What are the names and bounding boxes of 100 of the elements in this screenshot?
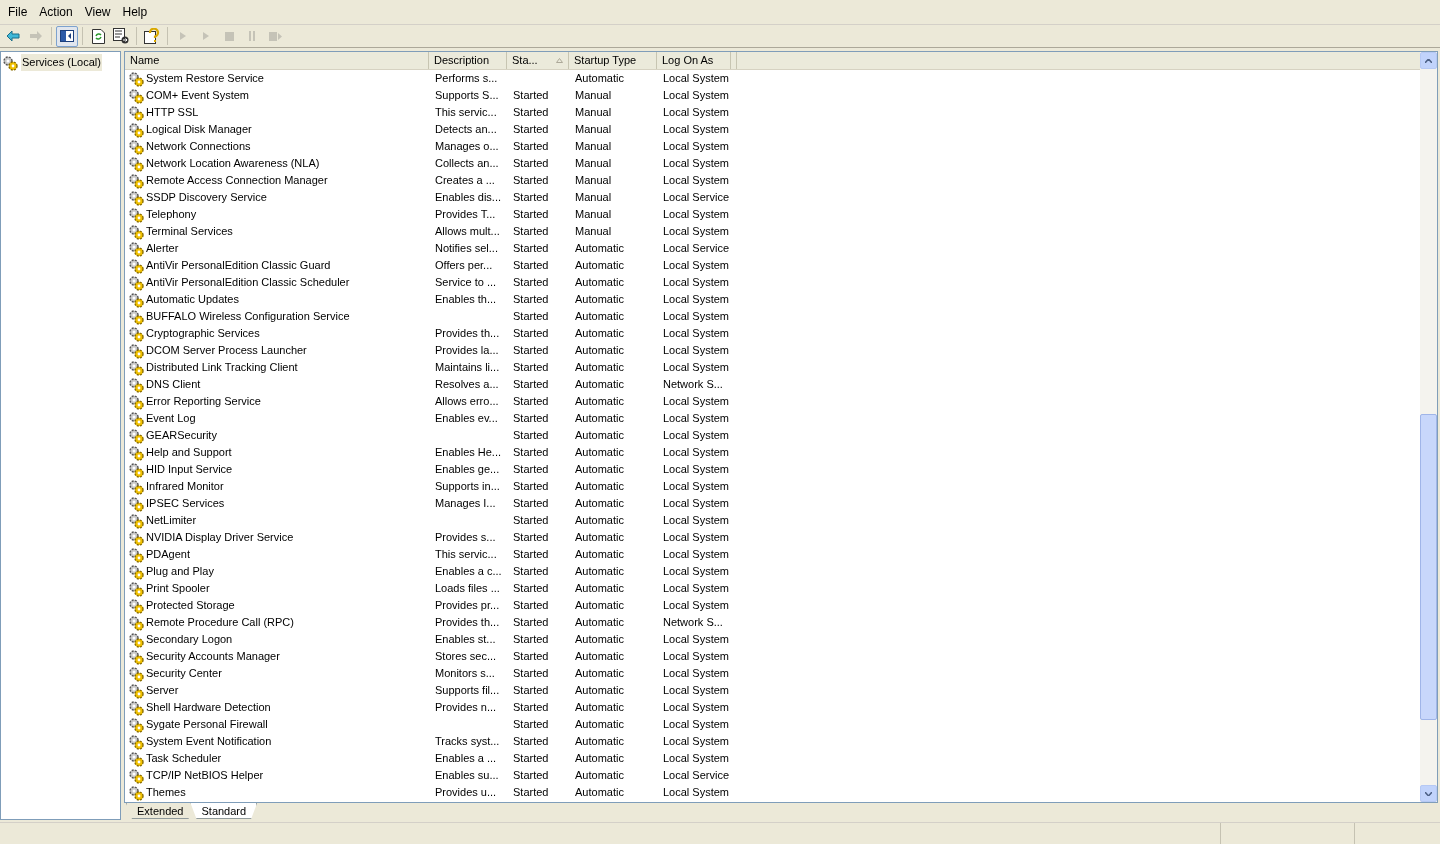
table-cell: Provides s... — [435, 531, 496, 544]
column-header[interactable]: Description — [429, 52, 507, 69]
service-name[interactable]: Distributed Link Tracking Client — [146, 359, 298, 376]
service-name[interactable]: TCP/IP NetBIOS Helper — [146, 767, 264, 784]
table-cell: Started — [513, 242, 549, 255]
tab[interactable]: Standard — [190, 803, 258, 819]
gears-icon — [128, 206, 144, 223]
service-name[interactable]: Security Accounts Manager — [146, 648, 280, 665]
service-name[interactable]: PDAgent — [146, 546, 191, 563]
service-name[interactable]: Shell Hardware Detection — [146, 699, 271, 716]
table-cell: This servic... — [435, 548, 497, 561]
table-cell: Local System — [663, 497, 730, 510]
service-name[interactable]: Remote Access Connection Manager — [146, 172, 328, 189]
table-cell: Started — [513, 667, 549, 680]
table-cell: Started — [513, 344, 549, 357]
service-name[interactable]: Plug and Play — [146, 563, 214, 580]
service-name[interactable]: COM+ Event System — [146, 87, 249, 104]
menu-item[interactable]: Action — [33, 2, 79, 22]
table-cell: Automatic — [575, 548, 624, 561]
column-header[interactable]: Startup Type — [569, 52, 657, 69]
service-name[interactable]: Server — [146, 682, 179, 699]
service-name[interactable]: HID Input Service — [146, 461, 233, 478]
gears-icon — [128, 750, 144, 767]
service-name[interactable]: IPSEC Services — [146, 495, 225, 512]
service-name[interactable]: Error Reporting Service — [146, 393, 261, 410]
service-name[interactable]: AntiVir PersonalEdition Classic Guard — [146, 257, 331, 274]
table-cell: Started — [513, 514, 549, 527]
service-name[interactable]: NVIDIA Display Driver Service — [146, 529, 294, 546]
table-cell: Local System — [663, 293, 730, 306]
menu-item[interactable]: Help — [116, 2, 154, 22]
gears-icon — [128, 257, 144, 274]
table-cell: Allows erro... — [435, 395, 499, 408]
scrollbar[interactable] — [1420, 52, 1437, 802]
service-name[interactable]: SSDP Discovery Service — [146, 189, 267, 206]
scroll-up-button[interactable] — [1420, 52, 1437, 69]
tree-item[interactable]: Services (Local) — [21, 54, 102, 71]
table-cell: Local System — [663, 310, 730, 323]
refresh-icon — [91, 28, 105, 44]
column-header[interactable]: Log On As — [657, 52, 731, 69]
scroll-thumb[interactable] — [1420, 414, 1437, 720]
menu-item[interactable]: File — [2, 2, 34, 22]
column-header[interactable]: Sta... — [507, 52, 569, 69]
service-name[interactable]: System Restore Service — [146, 70, 264, 87]
table-cell: Manages o... — [435, 140, 499, 153]
table-cell: Started — [513, 497, 549, 510]
scroll-down-button[interactable] — [1420, 785, 1437, 802]
table-cell: Manages I... — [435, 497, 496, 510]
menu-item[interactable]: View — [78, 2, 117, 22]
table-cell: Enables a ... — [435, 752, 497, 765]
service-name[interactable]: Cryptographic Services — [146, 325, 260, 342]
table-cell: Automatic — [575, 786, 624, 799]
table-cell: Local System — [663, 701, 730, 714]
service-name[interactable]: Sygate Personal Firewall — [146, 716, 268, 733]
service-name[interactable]: GEARSecurity — [146, 427, 217, 444]
service-name[interactable]: Protected Storage — [146, 597, 235, 614]
service-name[interactable]: Event Log — [146, 410, 196, 427]
table-cell: Local System — [663, 565, 730, 578]
table-cell: Local System — [663, 72, 730, 85]
service-name[interactable]: Secondary Logon — [146, 631, 233, 648]
table-cell: Automatic — [575, 633, 624, 646]
service-name[interactable]: Infrared Monitor — [146, 478, 224, 495]
table-cell: Enables ev... — [435, 412, 498, 425]
service-name[interactable]: Print Spooler — [146, 580, 210, 597]
service-name[interactable]: Logical Disk Manager — [146, 121, 252, 138]
service-name[interactable]: NetLimiter — [146, 512, 197, 529]
service-name[interactable]: DCOM Server Process Launcher — [146, 342, 307, 359]
table-cell: Automatic — [575, 565, 624, 578]
column-header[interactable]: Name — [125, 52, 429, 69]
service-name[interactable]: Remote Procedure Call (RPC) — [146, 614, 294, 631]
panel-button[interactable] — [56, 25, 78, 47]
table-cell: Supports fil... — [435, 684, 500, 697]
service-name[interactable]: Alerter — [146, 240, 179, 257]
table-cell: Local System — [663, 412, 730, 425]
service-name[interactable]: Themes — [146, 784, 186, 801]
table-cell: Started — [513, 208, 549, 221]
service-name[interactable]: DNS Client — [146, 376, 201, 393]
service-name[interactable]: Telephony — [146, 206, 197, 223]
service-name[interactable]: Network Location Awareness (NLA) — [146, 155, 320, 172]
service-name[interactable]: System Event Notification — [146, 733, 272, 750]
table-cell: Local System — [663, 684, 730, 697]
table-cell: Started — [513, 718, 549, 731]
service-name[interactable]: Security Center — [146, 665, 222, 682]
service-name[interactable]: Automatic Updates — [146, 291, 239, 308]
table-cell: Automatic — [575, 327, 624, 340]
table-cell: Started — [513, 531, 549, 544]
table-cell: Enables st... — [435, 633, 496, 646]
service-name[interactable]: Network Connections — [146, 138, 251, 155]
table-cell: Enables dis... — [435, 191, 502, 204]
table-cell: Started — [513, 361, 549, 374]
service-name[interactable]: Task Scheduler — [146, 750, 222, 767]
table-cell: Started — [513, 582, 549, 595]
gears-icon — [128, 648, 144, 665]
service-name[interactable]: BUFFALO Wireless Configuration Service — [146, 308, 350, 325]
table-cell: Started — [513, 599, 549, 612]
service-name[interactable]: AntiVir PersonalEdition Classic Scheduler — [146, 274, 350, 291]
service-name[interactable]: Terminal Services — [146, 223, 233, 240]
service-name[interactable]: HTTP SSL — [146, 104, 199, 121]
table-cell: Automatic — [575, 446, 624, 459]
table-cell: Manual — [575, 191, 612, 204]
service-name[interactable]: Help and Support — [146, 444, 232, 461]
